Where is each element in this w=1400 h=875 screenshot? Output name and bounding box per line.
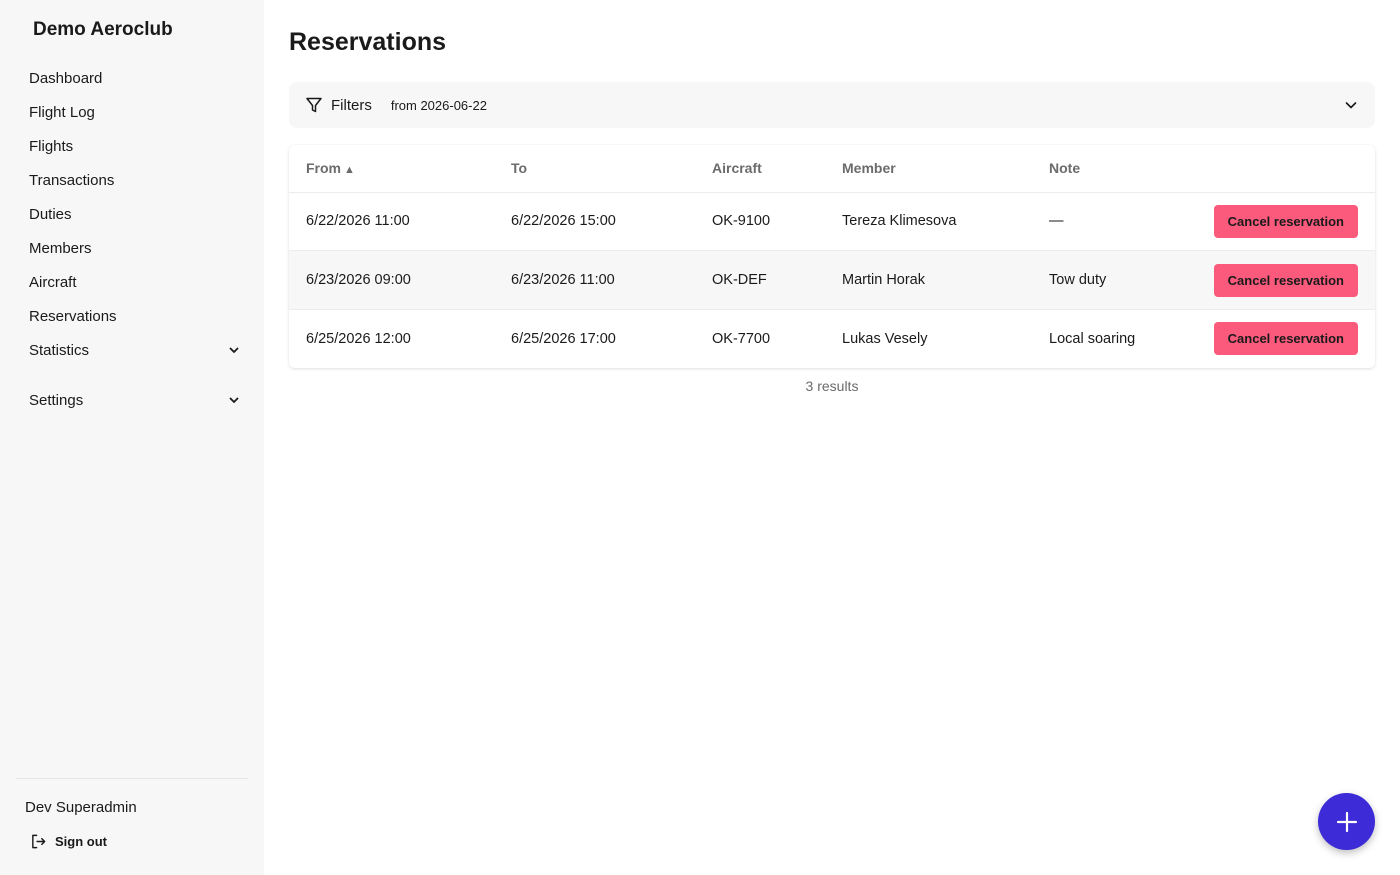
sidebar-item-members[interactable]: Members	[16, 231, 248, 265]
column-header-label: Aircraft	[712, 160, 762, 177]
cell-from: 6/23/2026 09:00	[289, 250, 494, 310]
column-header-to[interactable]: To	[494, 145, 695, 193]
column-header-actions	[1192, 145, 1375, 193]
table-row: 6/25/2026 12:00 6/25/2026 17:00 OK-7700 …	[289, 309, 1375, 368]
cell-note: —	[1032, 192, 1192, 252]
sidebar-item-label: Statistics	[29, 341, 90, 359]
table-row: 6/22/2026 11:00 6/22/2026 15:00 OK-9100 …	[289, 192, 1375, 252]
cell-from: 6/25/2026 12:00	[306, 330, 411, 347]
table-row: 6/23/2026 09:00 6/23/2026 11:00 OK-DEF M…	[289, 250, 1375, 310]
sidebar: Demo Aeroclub Dashboard Flight Log Fligh…	[0, 0, 264, 875]
sidebar-item-flight-log[interactable]: Flight Log	[16, 95, 248, 129]
cell-aircraft: OK-DEF	[695, 250, 825, 310]
sidebar-item-label: Settings	[29, 391, 84, 409]
cell-actions: Cancel reservation	[1192, 309, 1375, 368]
chevron-down-icon	[229, 347, 239, 353]
cancel-reservation-button[interactable]: Cancel reservation	[1213, 263, 1358, 297]
sign-out-button[interactable]: Sign out	[30, 833, 107, 850]
app-name: Demo Aeroclub	[33, 19, 173, 40]
sidebar-item-settings[interactable]: Settings	[16, 383, 248, 417]
page-title: Reservations	[289, 28, 447, 56]
column-header-member[interactable]: Member	[825, 145, 1032, 193]
add-reservation-button[interactable]	[1318, 793, 1375, 850]
sidebar-item-label: Aircraft	[29, 273, 77, 291]
cell-aircraft: OK-7700	[712, 330, 771, 347]
sidebar-footer: Dev Superadmin Sign out	[16, 778, 248, 849]
sidebar-item-transactions[interactable]: Transactions	[16, 163, 248, 197]
sidebar-item-dashboard[interactable]: Dashboard	[16, 61, 248, 95]
cell-member: Tereza Klimesova	[825, 192, 1032, 252]
main-content: Reservations Filters from 2026-06-22 Fro…	[289, 0, 1376, 875]
sidebar-item-duties[interactable]: Duties	[16, 197, 248, 231]
sidebar-item-label: Reservations	[29, 307, 117, 325]
cell-note: Tow duty	[1032, 250, 1192, 310]
cell-actions: Cancel reservation	[1192, 192, 1375, 252]
sidebar-nav: Dashboard Flight Log Flights Transaction…	[16, 61, 248, 417]
column-header-label: Member	[842, 160, 896, 177]
table-header-row: From ▲ To Aircraft Member Note	[289, 145, 1375, 193]
cell-member: Martin Horak	[825, 250, 1032, 310]
column-header-note[interactable]: Note	[1032, 145, 1192, 193]
column-header-from[interactable]: From ▲	[289, 145, 494, 193]
reservations-table-card: From ▲ To Aircraft Member Note 6/22/2026 …	[289, 145, 1375, 368]
column-header-label: Note	[1049, 160, 1081, 177]
column-header-label: To	[511, 160, 528, 177]
chevron-down-icon[interactable]	[1344, 98, 1358, 112]
active-filter-chip: from 2026-06-22	[390, 97, 487, 113]
sidebar-item-label: Dashboard	[29, 69, 103, 87]
chevron-down-icon	[229, 397, 239, 403]
sidebar-item-label: Duties	[29, 205, 72, 223]
sidebar-item-reservations[interactable]: Reservations	[16, 299, 248, 333]
sidebar-item-label: Flight Log	[29, 103, 95, 121]
column-header-aircraft[interactable]: Aircraft	[695, 145, 825, 193]
cell-to: 6/23/2026 11:00	[494, 250, 695, 310]
sign-out-label: Sign out	[55, 834, 107, 849]
cell-note: Local soaring	[1049, 330, 1136, 347]
cell-from: 6/22/2026 11:00	[289, 192, 494, 252]
column-header-label: From	[306, 160, 341, 177]
sidebar-item-flights[interactable]: Flights	[16, 129, 248, 163]
cancel-reservation-button[interactable]: Cancel reservation	[1213, 204, 1358, 238]
sign-out-icon	[32, 834, 46, 849]
reservations-table: From ▲ To Aircraft Member Note 6/22/2026 …	[289, 145, 1375, 368]
cell-actions: Cancel reservation	[1192, 250, 1375, 310]
sidebar-item-aircraft[interactable]: Aircraft	[16, 265, 248, 299]
sidebar-item-label: Transactions	[29, 171, 115, 189]
filters-bar[interactable]: Filters from 2026-06-22	[289, 82, 1375, 128]
plus-icon	[1336, 811, 1357, 832]
cell-aircraft: OK-9100	[695, 192, 825, 252]
current-user-name: Dev Superadmin	[25, 799, 137, 816]
cell-to: 6/25/2026 17:00	[511, 330, 616, 347]
filters-label: Filters	[331, 96, 372, 114]
sort-ascending-icon: ▲	[344, 164, 355, 177]
sidebar-item-statistics[interactable]: Statistics	[16, 333, 248, 367]
sidebar-item-label: Members	[29, 239, 92, 257]
funnel-icon	[306, 97, 322, 113]
cell-to: 6/22/2026 15:00	[494, 192, 695, 252]
results-count: 3 results	[805, 378, 859, 394]
cell-member: Lukas Vesely	[842, 330, 928, 347]
cancel-reservation-button[interactable]: Cancel reservation	[1213, 322, 1358, 356]
sidebar-item-label: Flights	[29, 137, 74, 155]
